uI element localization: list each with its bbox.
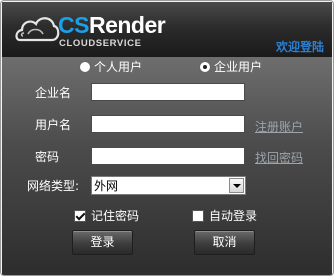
username-label: 用户名 — [35, 118, 72, 132]
brand-subtitle: CLOUDSERVICE — [59, 38, 142, 49]
login-window: CSRender CLOUDSERVICE 欢迎登陆 个人用户 企业用户 企业名… — [0, 0, 334, 276]
network-type-value: 外网 — [94, 179, 119, 193]
enterprise-user-label[interactable]: 企业用户 — [214, 60, 262, 74]
cancel-button[interactable]: 取消 — [194, 230, 255, 255]
register-account-link[interactable]: 注册账户 — [255, 120, 303, 134]
auto-login-label[interactable]: 自动登录 — [209, 209, 257, 223]
remember-password-checkbox[interactable] — [74, 210, 86, 222]
login-button[interactable]: 登录 — [72, 230, 133, 255]
cloud-logo-icon — [15, 17, 60, 42]
network-type-label: 网络类型: — [27, 179, 80, 193]
company-label: 企业名 — [35, 86, 72, 100]
auto-login-checkbox[interactable] — [192, 210, 204, 222]
company-input[interactable] — [91, 83, 245, 101]
personal-user-label[interactable]: 个人用户 — [94, 60, 142, 74]
password-label: 密码 — [35, 150, 60, 164]
personal-user-radio[interactable] — [79, 61, 91, 73]
brand-name: CSRender — [58, 12, 166, 38]
remember-password-label[interactable]: 记住密码 — [91, 209, 139, 223]
brand-name-render: Render — [88, 12, 166, 38]
enterprise-user-radio[interactable] — [199, 61, 211, 73]
brand-name-cs: CS — [58, 12, 89, 38]
chevron-down-icon[interactable] — [229, 178, 244, 193]
header-banner: CSRender CLOUDSERVICE 欢迎登陆 — [2, 2, 332, 57]
recover-password-link[interactable]: 找回密码 — [255, 151, 303, 165]
welcome-title: 欢迎登陆 — [275, 40, 324, 54]
password-input[interactable] — [91, 147, 245, 165]
username-input[interactable] — [91, 115, 245, 133]
network-type-select[interactable]: 外网 — [91, 176, 246, 195]
